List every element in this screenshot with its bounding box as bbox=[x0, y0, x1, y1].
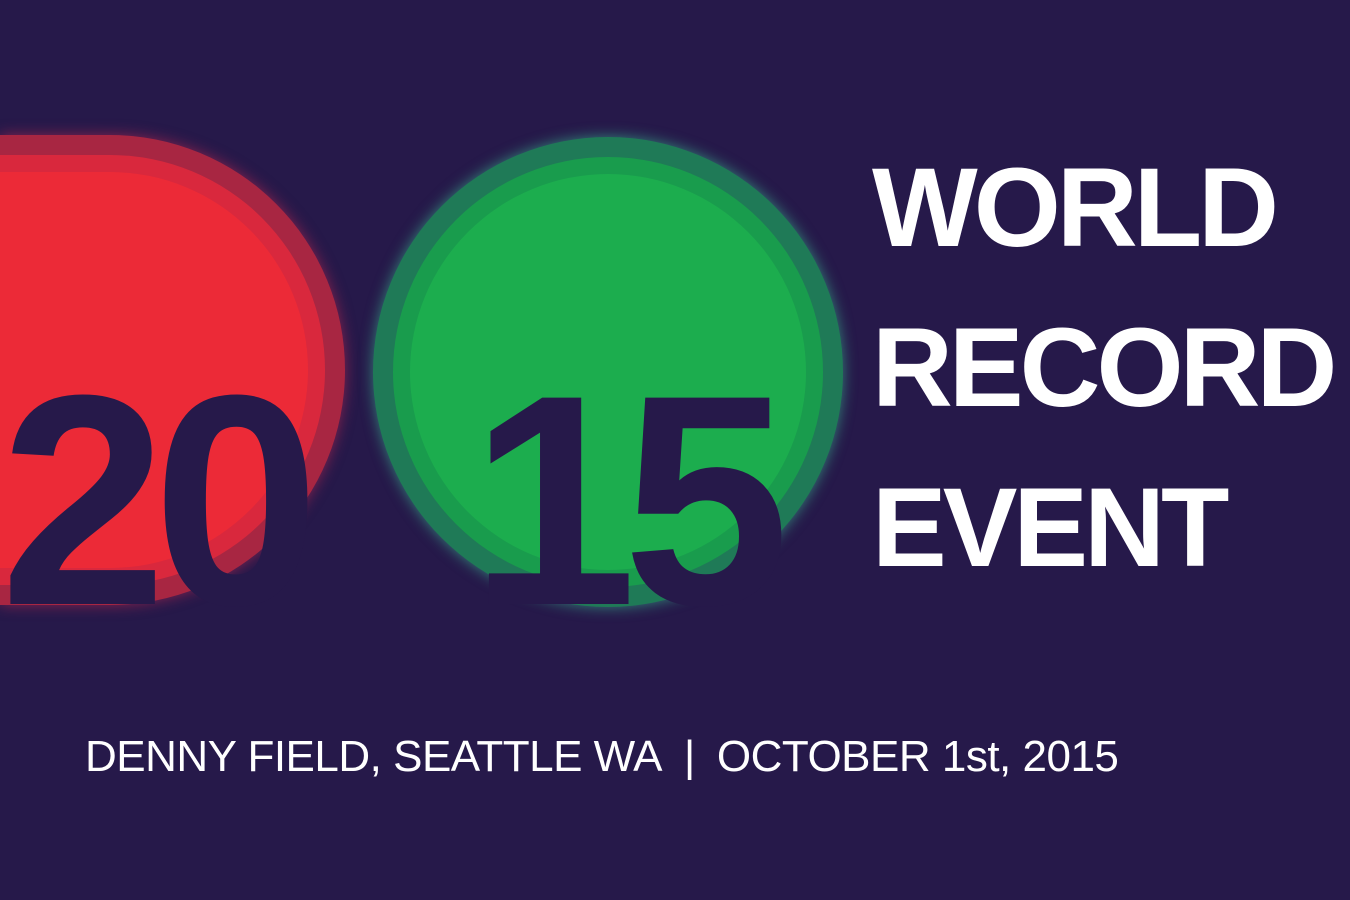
event-title: WORLD RECORD EVENT bbox=[872, 128, 1342, 608]
event-location: DENNY FIELD, SEATTLE WA bbox=[85, 732, 662, 781]
event-details: DENNY FIELD, SEATTLE WA | OCTOBER 1st, 201… bbox=[85, 732, 1285, 782]
title-line-2: RECORD bbox=[872, 305, 1337, 430]
title-line-3: EVENT bbox=[872, 465, 1229, 590]
event-date: OCTOBER 1st, 2015 bbox=[716, 732, 1119, 781]
title-line-1: WORLD bbox=[872, 145, 1279, 270]
year-digits-20: 20 bbox=[0, 332, 320, 668]
separator: | bbox=[683, 732, 695, 781]
year-digits-15: 15 bbox=[470, 332, 790, 668]
